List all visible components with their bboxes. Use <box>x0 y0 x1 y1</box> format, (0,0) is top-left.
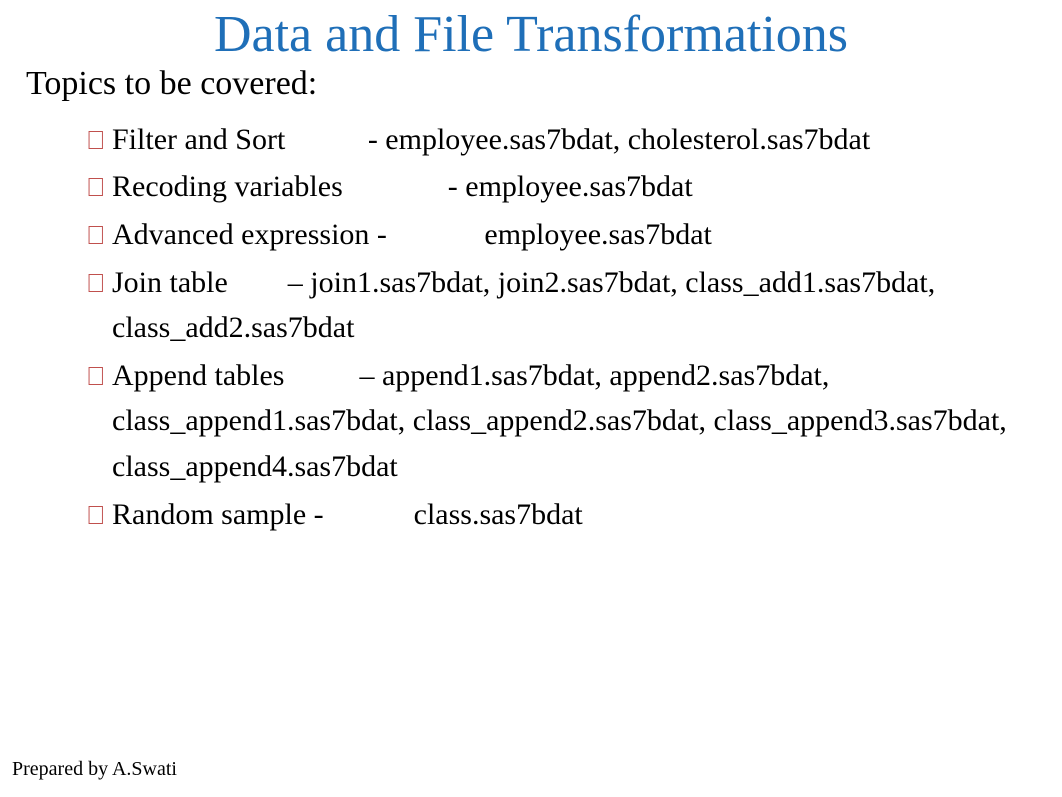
footer-text: Prepared by A.Swati <box>12 758 177 781</box>
topic-text: Filter and Sort - employee.sas7bdat, cho… <box>112 123 870 156</box>
topics-subtitle: Topics to be covered: <box>26 65 1022 103</box>
topic-text: Random sample - class.sas7bdat <box>112 498 583 531</box>
topic-text: Advanced expression - employee.sas7bdat <box>112 218 712 251</box>
topic-text: Append tables – append1.sas7bdat, append… <box>112 359 1007 483</box>
bullet-icon:  <box>86 496 106 536</box>
bullet-icon:  <box>86 121 106 161</box>
list-item:  Join table – join1.sas7bdat, join2.sas… <box>86 260 1022 351</box>
list-item:  Filter and Sort - employee.sas7bdat, c… <box>86 117 1022 163</box>
bullet-icon:  <box>86 264 106 304</box>
list-item:  Random sample - class.sas7bdat <box>86 492 1022 538</box>
list-item:  Advanced expression - employee.sas7bda… <box>86 212 1022 258</box>
slide-title: Data and File Transformations <box>0 0 1062 65</box>
list-item:  Recoding variables - employee.sas7bdat <box>86 164 1022 210</box>
bullet-icon:  <box>86 168 106 208</box>
bullet-icon:  <box>86 357 106 397</box>
topic-text: Recoding variables - employee.sas7bdat <box>112 170 693 203</box>
topic-text: Join table – join1.sas7bdat, join2.sas7b… <box>112 266 935 345</box>
bullet-icon:  <box>86 216 106 256</box>
list-item:  Append tables – append1.sas7bdat, appe… <box>86 353 1022 490</box>
topic-list:  Filter and Sort - employee.sas7bdat, c… <box>26 117 1022 537</box>
content-area: Topics to be covered:  Filter and Sort … <box>0 65 1062 537</box>
